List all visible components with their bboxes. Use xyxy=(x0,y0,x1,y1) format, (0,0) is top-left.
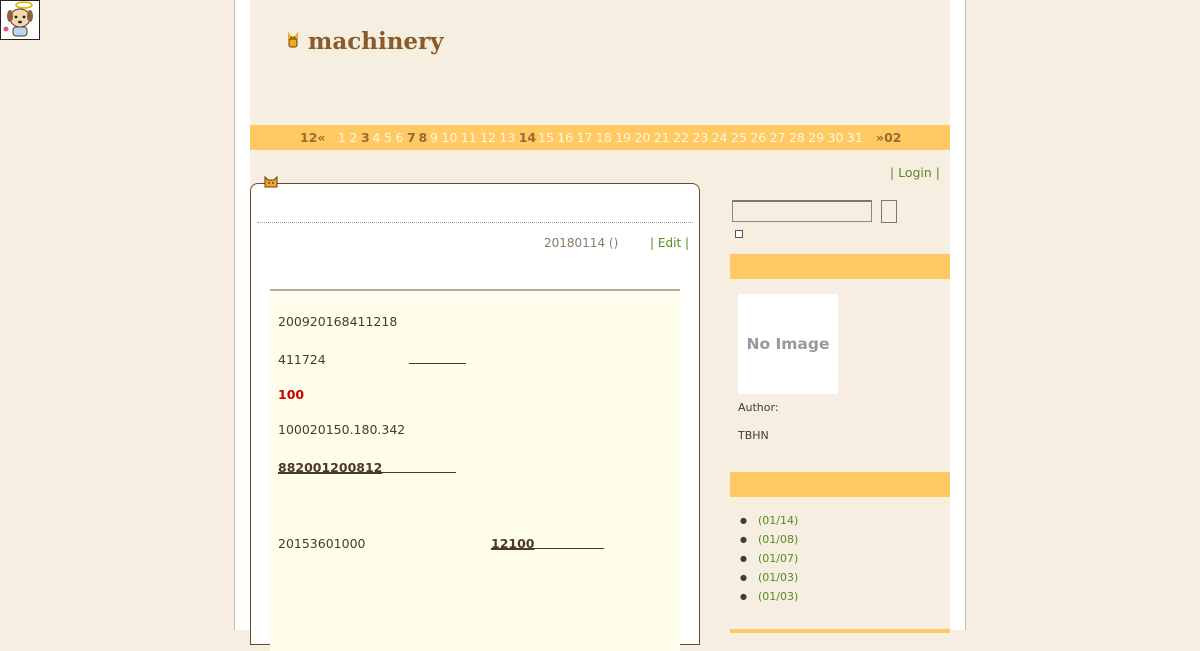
recent-item[interactable]: (01/08) xyxy=(740,533,798,546)
post-highlight: 100 xyxy=(278,387,305,402)
profile-panel: No Image Author: TBHN xyxy=(730,279,950,456)
recent-item[interactable]: (01/14) xyxy=(740,514,798,527)
calendar-day: 22 xyxy=(673,130,689,145)
calendar-bar: 12« 1 2 3 4 5 6 7 8 9 10 11 12 13 14 15 16 17 18 19 20 21 22 23… xyxy=(250,125,950,150)
recent-panel: (01/14) (01/08) (01/07) (01/03) (01/03) xyxy=(730,497,950,613)
calendar-day: 18 xyxy=(595,130,612,145)
mascot-image xyxy=(0,0,40,40)
underline-rule xyxy=(491,548,604,549)
profile-header xyxy=(730,254,950,279)
calendar-day: 10 xyxy=(441,130,458,145)
calendar-day: 13 xyxy=(499,130,516,145)
post-entry: 20180114 () | Edit | 200920168411218 411… xyxy=(250,175,700,651)
recent-item[interactable]: (01/07) xyxy=(740,552,798,565)
login-link[interactable]: | Login | xyxy=(890,165,940,180)
calendar-day: 27 xyxy=(769,130,786,145)
calendar-day: 6 xyxy=(395,130,404,145)
calendar-prev-month[interactable]: 12« xyxy=(300,125,325,150)
calendar-day: 12 xyxy=(480,130,496,145)
recent-header xyxy=(730,472,950,497)
post-line: 411724 xyxy=(278,352,326,367)
cat-icon xyxy=(264,175,278,188)
calendar-day: 21 xyxy=(653,130,670,145)
recent-item[interactable]: (01/03) xyxy=(740,590,798,603)
calendar-day[interactable]: 7 xyxy=(407,125,416,150)
calendar-day: 2 xyxy=(349,130,358,145)
calendar-day: 4 xyxy=(372,130,381,145)
site-title-link[interactable]: machinery xyxy=(308,28,444,55)
calendar-day: 29 xyxy=(808,130,825,145)
site-header: machinery xyxy=(250,0,950,125)
post-line: 20153601000 xyxy=(278,536,366,551)
calendar-next-month[interactable]: »02 xyxy=(876,125,901,150)
post-line: 100020150.180.342 xyxy=(278,422,406,437)
calendar-day[interactable]: 8 xyxy=(419,125,428,150)
post-meta: 20180114 () xyxy=(544,236,619,250)
edit-link[interactable]: | Edit | xyxy=(650,236,689,250)
page-inner: machinery 12« 1 2 3 4 5 6 7 8 9 10 11 12 13 14 15 16 17 18… xyxy=(250,0,950,651)
calendar-day: 28 xyxy=(788,130,805,145)
calendar-day: 17 xyxy=(576,130,593,145)
post-divider xyxy=(257,222,693,223)
page-wrapper: machinery 12« 1 2 3 4 5 6 7 8 9 10 11 12 13 14 15 16 17 18… xyxy=(234,0,966,651)
post-line: 200920168411218 xyxy=(278,314,398,329)
calendar-day: 31 xyxy=(846,130,863,145)
calendar-day[interactable]: 14 xyxy=(519,125,536,150)
calendar-day: 16 xyxy=(557,130,574,145)
calendar-day: 1 xyxy=(338,130,346,145)
calendar-day: 24 xyxy=(711,130,728,145)
underline-rule xyxy=(278,472,456,473)
calendar-day: 30 xyxy=(827,130,844,145)
author-label: Author: xyxy=(738,401,779,414)
calendar-day: 26 xyxy=(750,130,767,145)
search-checkbox[interactable] xyxy=(735,230,743,238)
calendar-day: 5 xyxy=(384,130,392,145)
calendar-day: 19 xyxy=(615,130,632,145)
search-input[interactable] xyxy=(732,200,872,222)
search-button[interactable] xyxy=(881,200,897,223)
post-content: 200920168411218 411724 100 100020150.180… xyxy=(270,289,680,651)
cat-icon xyxy=(288,32,298,48)
underline-rule xyxy=(409,363,466,364)
calendar-day: 25 xyxy=(731,130,747,145)
calendar-day: 23 xyxy=(692,130,709,145)
calendar-day: 11 xyxy=(460,130,477,145)
recent-item[interactable]: (01/03) xyxy=(740,571,798,584)
calendar-day[interactable]: 3 xyxy=(361,125,370,150)
calendar-day: 9 xyxy=(430,130,438,145)
calendar-day: 20 xyxy=(634,130,651,145)
calendar-day: 15 xyxy=(538,130,554,145)
profile-image: No Image xyxy=(738,294,838,394)
author-name: TBHN xyxy=(738,429,769,442)
